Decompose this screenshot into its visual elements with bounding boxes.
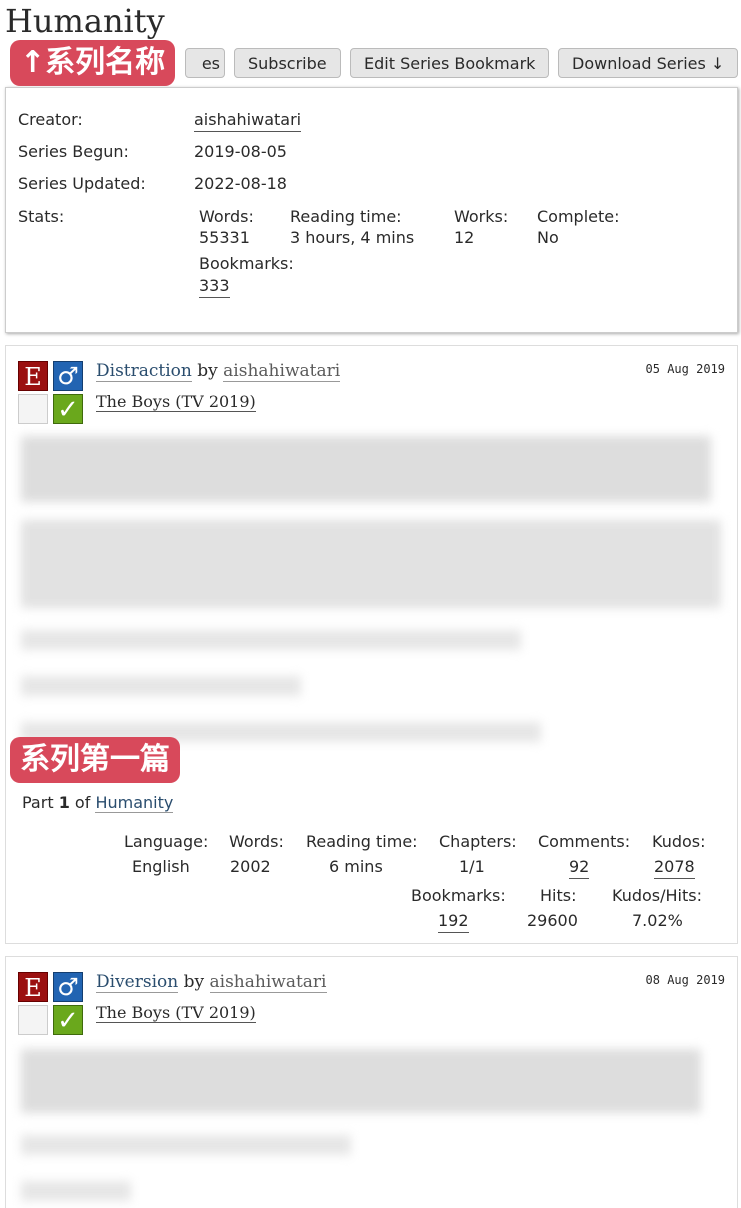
- fandom-link[interactable]: The Boys (TV 2019): [96, 1003, 256, 1023]
- stat-works-value: 12: [454, 228, 475, 247]
- category-mm-icon[interactable]: ♂: [53, 361, 83, 391]
- stat-language-value: English: [132, 857, 190, 876]
- stat-works-label: Works:: [454, 207, 509, 226]
- part-number: 1: [58, 793, 70, 812]
- stat-hits-label: Hits:: [540, 886, 577, 905]
- rating-explicit-icon[interactable]: E: [18, 361, 48, 391]
- updated-label: Series Updated:: [18, 174, 146, 193]
- stat-complete-value: No: [537, 228, 559, 247]
- warnings-icon[interactable]: [18, 394, 48, 424]
- creator-link[interactable]: aishahiwatari: [194, 110, 302, 132]
- annotation-series-name: ↑系列名称: [10, 40, 176, 86]
- work-title-link[interactable]: Distraction: [96, 361, 192, 382]
- stat-reading-value: 3 hours, 4 mins: [290, 228, 415, 247]
- category-mm-icon[interactable]: ♂: [53, 972, 83, 1002]
- author-link[interactable]: aishahiwatari: [223, 361, 341, 382]
- series-link[interactable]: Humanity: [95, 793, 174, 813]
- fandom-link[interactable]: The Boys (TV 2019): [96, 392, 256, 412]
- series-part: Part 1 of Humanity: [22, 793, 174, 813]
- stats-label: Stats:: [18, 207, 65, 226]
- series-meta: Creator: aishahiwatari Series Begun: 201…: [5, 87, 738, 333]
- rating-explicit-icon[interactable]: E: [18, 972, 48, 1002]
- stat-words-value: 2002: [230, 857, 271, 876]
- stat-language-label: Language:: [124, 832, 209, 851]
- blurred-summary: [21, 1049, 731, 1201]
- stat-words-value: 55331: [199, 228, 250, 247]
- by-text: by: [197, 361, 218, 381]
- stat-complete-label: Complete:: [537, 207, 620, 226]
- stat-kudos-hits-label: Kudos/Hits:: [612, 886, 702, 905]
- stat-kudos-link[interactable]: 2078: [654, 857, 695, 879]
- edit-series-bookmark-button[interactable]: Edit Series Bookmark: [350, 48, 550, 78]
- work-date: 05 Aug 2019: [645, 362, 725, 376]
- warnings-icon[interactable]: [18, 1005, 48, 1035]
- stat-comments-label: Comments:: [538, 832, 631, 851]
- begun-value: 2019-08-05: [194, 142, 287, 161]
- work-heading: Distraction by aishahiwatari: [96, 361, 341, 382]
- annotation-first-work: 系列第一篇: [10, 737, 180, 783]
- stat-reading-label: Reading time:: [290, 207, 402, 226]
- stat-comments-link[interactable]: 92: [569, 857, 590, 879]
- complete-icon[interactable]: ✓: [53, 1005, 83, 1036]
- stat-reading-value: 6 mins: [329, 857, 383, 876]
- blurred-summary: [21, 436, 731, 742]
- series-button-partial[interactable]: es: [185, 48, 225, 78]
- stat-chapters-value: 1/1: [459, 857, 485, 876]
- stat-kudos-hits-value: 7.02%: [632, 911, 683, 930]
- work-heading: Diversion by aishahiwatari: [96, 972, 327, 993]
- stat-kudos-label: Kudos:: [652, 832, 706, 851]
- stat-bookmarks-label: Bookmarks:: [411, 886, 506, 905]
- complete-icon[interactable]: ✓: [53, 394, 83, 425]
- series-title: Humanity: [5, 2, 165, 40]
- creator-label: Creator:: [18, 110, 83, 129]
- stat-bookmarks-link[interactable]: 192: [438, 911, 469, 933]
- stat-chapters-label: Chapters:: [439, 832, 517, 851]
- updated-value: 2022-08-18: [194, 174, 287, 193]
- work-blurb: E ♂ ✓ Diversion by aishahiwatari 08 Aug …: [5, 956, 738, 1208]
- stat-words-label: Words:: [199, 207, 254, 226]
- work-title-link[interactable]: Diversion: [96, 972, 179, 993]
- stat-hits-value: 29600: [527, 911, 578, 930]
- stat-bookmarks-link[interactable]: 333: [199, 276, 230, 298]
- work-blurb: E ♂ ✓ Distraction by aishahiwatari 05 Au…: [5, 345, 738, 944]
- stat-bookmarks-label: Bookmarks:: [199, 254, 294, 273]
- by-text: by: [183, 972, 205, 992]
- subscribe-button[interactable]: Subscribe: [234, 48, 341, 78]
- stat-reading-label: Reading time:: [306, 832, 418, 851]
- author-link[interactable]: aishahiwatari: [209, 972, 327, 993]
- work-date: 08 Aug 2019: [645, 973, 725, 987]
- part-of: of: [74, 793, 91, 812]
- begun-label: Series Begun:: [18, 142, 129, 161]
- stat-words-label: Words:: [229, 832, 284, 851]
- part-label: Part: [22, 793, 54, 812]
- download-series-button[interactable]: Download Series ↓: [558, 48, 739, 78]
